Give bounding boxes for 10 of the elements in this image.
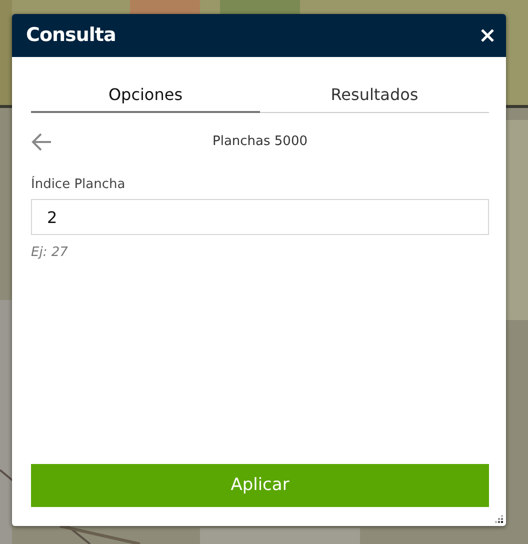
field-label: Índice Plancha	[31, 177, 126, 192]
close-icon[interactable]	[481, 29, 494, 42]
tab[interactable]: Opciones	[31, 79, 260, 113]
window-title: Consulta	[26, 23, 116, 48]
panel-subtitle: Planchas 5000	[212, 133, 308, 152]
field-hint: Ej: 27	[31, 245, 68, 260]
back-arrow-icon[interactable]	[31, 133, 52, 151]
tab[interactable]: Resultados	[260, 79, 489, 113]
resize-grip-icon[interactable]	[494, 514, 504, 524]
input-field[interactable]: 2	[31, 199, 489, 235]
